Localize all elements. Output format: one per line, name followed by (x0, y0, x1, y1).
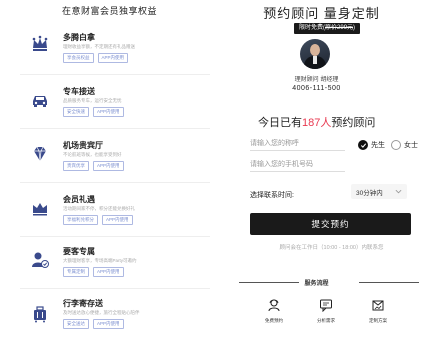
submit-button[interactable]: 提交预约 (250, 213, 411, 235)
booking-count: 今日已有187人预约顾问 (258, 117, 376, 129)
benefit-desc: 不论航班等候，也能享受到好 (63, 152, 122, 157)
chevron-down-icon (395, 189, 402, 194)
crown-dots-icon (30, 34, 50, 54)
divider (20, 182, 210, 183)
flow-step: 分析需求 (306, 298, 346, 324)
contact-time-select[interactable]: 30分钟内 (351, 184, 407, 199)
benefit-tag: 安全快速 (63, 107, 89, 117)
advisor-phone[interactable]: 4006-111-500 (214, 85, 419, 92)
flow-step: 定制方案 (358, 298, 398, 324)
radio-checked-icon (358, 140, 368, 150)
flow-step-label: 分析需求 (317, 318, 335, 323)
benefit-tag: 安全送达 (63, 319, 89, 329)
divider (359, 282, 419, 283)
benefit-name: 多腾白拿 (63, 33, 95, 42)
badge-label: 限时免费 (299, 25, 324, 31)
benefits-title: 在意财富会员独享权益 (62, 6, 158, 16)
benefit-tag: APP内使用 (93, 161, 124, 171)
benefit-desc: 品质服务专车，运行安全无忧 (63, 98, 122, 103)
luggage-icon (30, 304, 50, 324)
benefit-tag: 享福利兑积分 (63, 215, 98, 225)
benefit-tag: 专属定制 (63, 267, 89, 277)
divider (20, 74, 210, 75)
benefit-name: 专车接送 (63, 87, 95, 96)
gender-female-label: 女士 (404, 142, 418, 149)
benefit-tag: APP内使用 (97, 53, 129, 63)
consultant-icon (268, 299, 280, 312)
benefit-tag: APP内使用 (93, 319, 124, 329)
gender-male-label: 先生 (371, 142, 385, 149)
benefit-desc: 理财收益享额，不定期还有礼品赠送 (63, 44, 135, 49)
flow-step: 免费预约 (254, 298, 294, 324)
divider (20, 128, 210, 129)
booking-form: 今日已有187人预约顾问 先生 女士 选择联系时间: 30分钟内 提交预约 顾问… (246, 103, 421, 258)
booking-count-number: 187人 (302, 117, 332, 129)
vip-user-icon (30, 250, 50, 270)
contact-hint: 顾问会在工作日（10:00 - 18:00）内联系您 (279, 245, 384, 251)
crown-icon (30, 198, 50, 218)
benefit-tag: APP内使用 (102, 215, 133, 225)
benefit-desc: 活动期间家不停，积分还能兑换好礼 (63, 206, 135, 211)
benefit-tag: APP内使用 (93, 267, 124, 277)
free-badge: 限时免费(原价299元) (294, 23, 361, 34)
badge-original-price: 原价299元 (325, 25, 354, 31)
benefit-name: 行李寄存送 (63, 299, 103, 308)
benefit-name: 要客专属 (63, 247, 95, 256)
benefit-tag: 享会员权益 (63, 53, 94, 63)
plan-icon (372, 300, 384, 311)
car-icon (30, 90, 50, 110)
advisor-name: 理财顾问 胡经理 (294, 77, 339, 83)
flow-step-label: 定制方案 (369, 318, 387, 323)
divider (20, 236, 210, 237)
benefit-desc: 及时送达放心便捷，旅行全程贴心陪伴 (63, 310, 140, 315)
name-input[interactable] (250, 137, 345, 151)
phone-input[interactable] (250, 158, 345, 172)
benefit-tag: APP内使用 (93, 107, 124, 117)
time-select-value: 30分钟内 (356, 189, 383, 197)
benefit-desc: 大额理财客享，专场高端Party可邀约 (63, 258, 137, 263)
diamond-icon (30, 144, 50, 164)
radio-unchecked-icon (391, 140, 401, 150)
benefit-name: 会员礼遇 (63, 195, 95, 204)
gender-male-radio[interactable]: 先生 (358, 140, 385, 150)
benefits-panel: 在意财富会员独享权益 多腾白拿 理财收益享额，不定期还有礼品赠送 享会员权益 A… (0, 0, 212, 341)
page-title: 预约顾问 量身定制 (263, 6, 380, 21)
time-label: 选择联系时间: (250, 192, 294, 199)
advisor-avatar (300, 39, 330, 69)
divider (20, 288, 210, 289)
chat-icon (320, 299, 332, 312)
gender-female-radio[interactable]: 女士 (391, 140, 418, 150)
booking-panel: 预约顾问 量身定制 限时免费(原价299元) 理财顾问 胡经理 4006-111… (214, 0, 429, 341)
benefit-name: 机场贵宾厅 (63, 141, 103, 150)
flow-step-label: 免费预约 (265, 318, 283, 323)
benefit-tag: 贵宾优享 (63, 161, 89, 171)
